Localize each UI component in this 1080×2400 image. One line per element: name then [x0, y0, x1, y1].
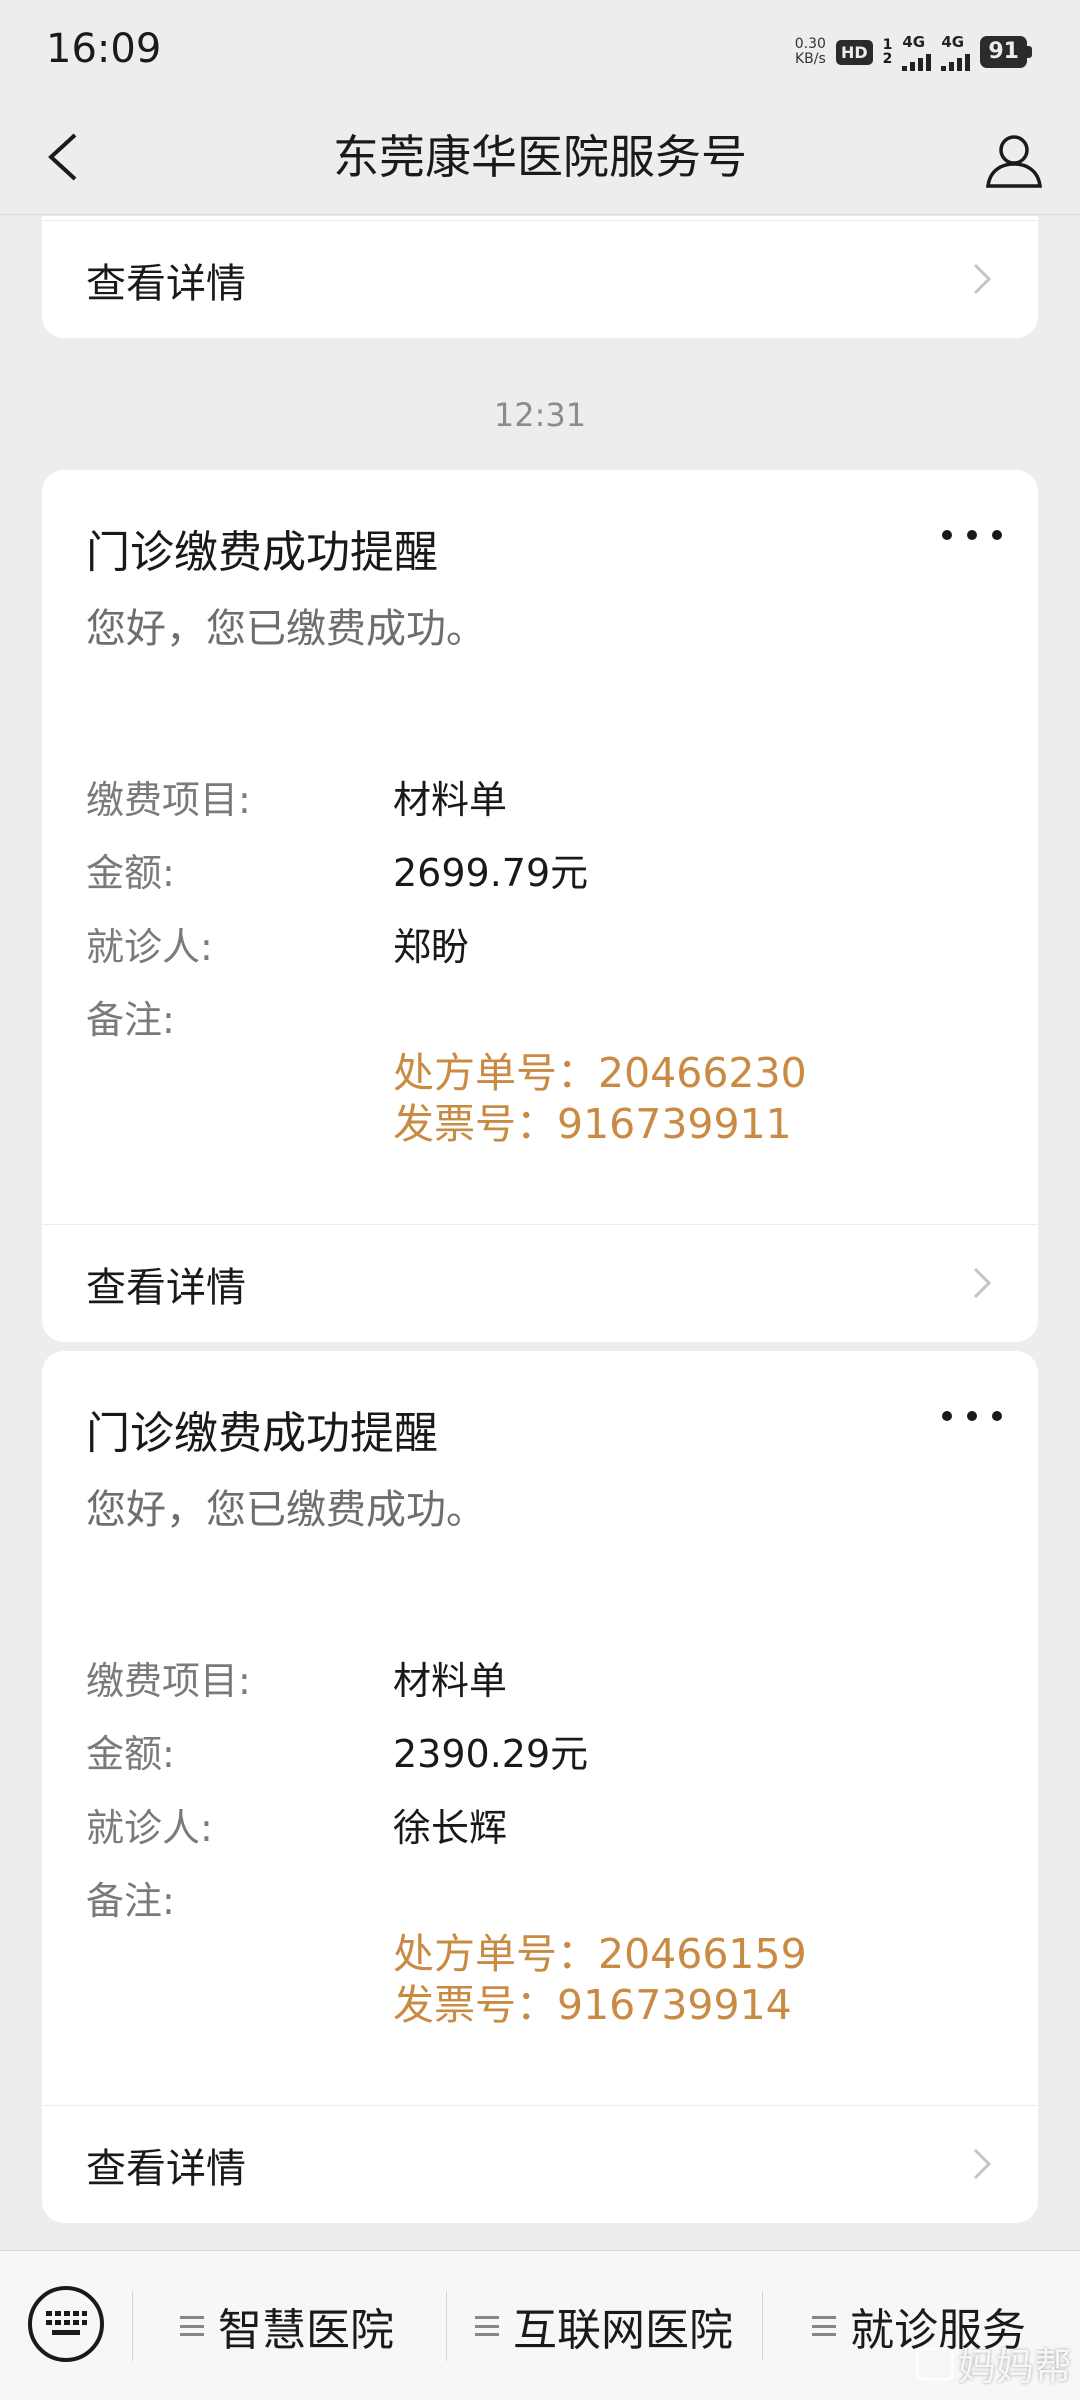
battery-icon: 91 — [980, 36, 1032, 68]
chevron-right-icon — [973, 263, 992, 295]
more-options-button[interactable] — [942, 520, 1002, 550]
back-button[interactable] — [28, 122, 98, 192]
network-speed-value: 0.30 — [794, 36, 826, 52]
remark-prescription-number: 处方单号：20466230 — [393, 1049, 807, 1097]
sim-bottom: 2 — [882, 51, 893, 67]
field-label: 缴费项目: — [86, 778, 251, 822]
remark-prescription-number: 处方单号：20466159 — [393, 1930, 807, 1978]
field-label: 缴费项目: — [86, 1659, 251, 1703]
nav-bar: 东莞康华医院服务号 — [0, 100, 1080, 215]
status-bar: 16:09 0.30 KB/s HD 1 2 4G 4G 91 — [0, 0, 1080, 100]
field-label: 就诊人: — [86, 925, 213, 969]
message-card[interactable]: 门诊缴费成功提醒 您好，您已缴费成功。 缴费项目: 材料单 金额: 2699.7… — [42, 470, 1038, 1342]
net-type-2: 4G — [941, 33, 965, 51]
field-label: 备注: — [86, 1879, 175, 1923]
back-arrow-icon — [48, 133, 77, 181]
menu-divider — [132, 2291, 133, 2361]
view-details-link[interactable]: 查看详情 — [42, 1224, 1038, 1342]
signal-2: 4G — [941, 33, 971, 71]
message-card-partial: 查看详情 — [42, 216, 1038, 338]
menu-internet-hospital[interactable]: 互联网医院 — [475, 2281, 733, 2371]
net-type-1: 4G — [902, 33, 926, 51]
message-greeting: 您好，您已缴费成功。 — [86, 606, 486, 652]
menu-list-icon — [812, 2316, 836, 2336]
field-label: 金额: — [86, 851, 175, 895]
message-timestamp: 12:31 — [493, 396, 587, 434]
message-list[interactable]: 查看详情 12:31 门诊缴费成功提醒 您好，您已缴费成功。 缴费项目: 材料单… — [0, 216, 1080, 2246]
message-card[interactable]: 门诊缴费成功提醒 您好，您已缴费成功。 缴费项目: 材料单 金额: 2390.2… — [42, 1351, 1038, 2223]
menu-list-icon — [180, 2316, 204, 2336]
field-value: 郑盼 — [393, 925, 470, 969]
watermark: 妈妈帮 — [915, 2336, 1072, 2391]
network-speed: 0.30 KB/s — [795, 37, 826, 67]
field-value: 材料单 — [393, 778, 508, 822]
wechat-service-account-page: 16:09 0.30 KB/s HD 1 2 4G 4G 91 东莞康华医院服务… — [0, 0, 1080, 2400]
status-time: 16:09 — [46, 26, 162, 72]
menu-divider — [762, 2291, 763, 2361]
remark-invoice-number: 发票号：916739911 — [393, 1100, 792, 1148]
message-title: 门诊缴费成功提醒 — [86, 527, 438, 578]
field-value: 徐长辉 — [393, 1806, 508, 1850]
menu-label: 智慧医院 — [218, 2305, 394, 2356]
field-label: 金额: — [86, 1732, 175, 1776]
watermark-logo-icon — [915, 2346, 954, 2381]
keyboard-toggle-button[interactable] — [28, 2286, 104, 2362]
message-title: 门诊缴费成功提醒 — [86, 1408, 438, 1459]
sim-top: 1 — [882, 37, 893, 53]
menu-list-icon — [475, 2316, 499, 2336]
signal-bars-icon — [941, 53, 971, 71]
field-value: 材料单 — [393, 1659, 508, 1703]
status-indicators: 0.30 KB/s HD 1 2 4G 4G 91 — [795, 30, 1032, 74]
view-details-link[interactable]: 查看详情 — [42, 2105, 1038, 2223]
remark-invoice-number: 发票号：916739914 — [393, 1981, 792, 2029]
profile-icon — [986, 135, 1042, 188]
view-details-label: 查看详情 — [86, 1264, 246, 1311]
signal-1: 4G — [902, 33, 932, 71]
more-dots-icon — [942, 1411, 952, 1421]
view-details-link[interactable]: 查看详情 — [42, 220, 1038, 338]
chevron-right-icon — [973, 2148, 992, 2180]
network-speed-unit: KB/s — [794, 51, 826, 67]
watermark-text: 妈妈帮 — [957, 2345, 1072, 2389]
battery-level: 91 — [980, 36, 1027, 68]
menu-label: 互联网医院 — [513, 2305, 733, 2356]
menu-smart-hospital[interactable]: 智慧医院 — [180, 2281, 394, 2371]
hd-voice-badge: HD — [835, 39, 873, 65]
field-label: 备注: — [86, 998, 175, 1042]
chevron-right-icon — [973, 1267, 992, 1299]
sim-indicator: 1 2 — [883, 38, 893, 66]
field-value: 2390.29元 — [393, 1732, 589, 1776]
more-dots-icon — [942, 530, 952, 540]
page-title: 东莞康华医院服务号 — [333, 130, 747, 184]
field-label: 就诊人: — [86, 1806, 213, 1850]
view-details-label: 查看详情 — [86, 260, 246, 307]
menu-divider — [446, 2291, 447, 2361]
profile-button[interactable] — [976, 122, 1052, 198]
signal-bars-icon — [902, 53, 932, 71]
field-value: 2699.79元 — [393, 851, 589, 895]
message-greeting: 您好，您已缴费成功。 — [86, 1487, 486, 1533]
more-options-button[interactable] — [942, 1401, 1002, 1431]
view-details-label: 查看详情 — [86, 2145, 246, 2192]
keyboard-icon — [46, 2311, 87, 2335]
